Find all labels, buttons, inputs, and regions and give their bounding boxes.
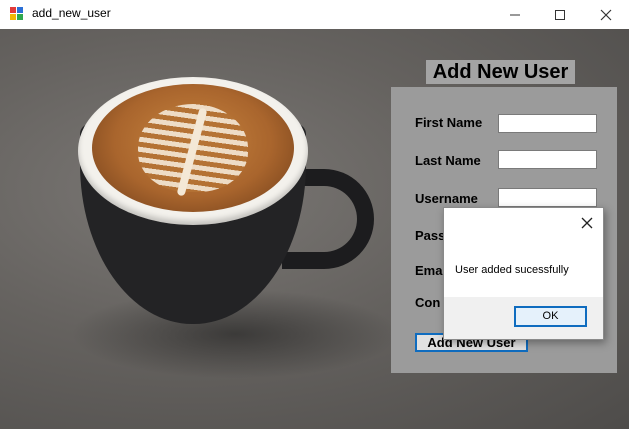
close-button[interactable] [583, 0, 629, 29]
last-name-label: Last Name [415, 153, 481, 168]
window-title-bar: add_new_user [0, 0, 629, 29]
email-label: Ema [415, 263, 443, 278]
last-name-field[interactable] [498, 150, 597, 169]
confirm-label: Con [415, 295, 441, 310]
dialog-message: User added sucessfully [455, 264, 569, 276]
password-label: Pass [415, 228, 446, 243]
window-title: add_new_user [32, 6, 111, 20]
username-label: Username [415, 191, 478, 206]
maximize-button[interactable] [537, 0, 583, 29]
close-icon [600, 9, 612, 20]
dialog-close-button[interactable] [572, 209, 602, 237]
close-icon [581, 217, 593, 229]
form-title: Add New User [426, 60, 575, 84]
dialog-footer: OK [444, 297, 603, 339]
message-dialog: User added sucessfully OK [443, 207, 604, 340]
ok-button[interactable]: OK [514, 306, 587, 327]
app-icon [10, 7, 24, 21]
username-field[interactable] [498, 188, 597, 207]
maximize-icon [555, 9, 565, 20]
minimize-icon [510, 14, 520, 15]
first-name-field[interactable] [498, 114, 597, 133]
minimize-button[interactable] [492, 0, 538, 29]
first-name-label: First Name [415, 115, 483, 130]
